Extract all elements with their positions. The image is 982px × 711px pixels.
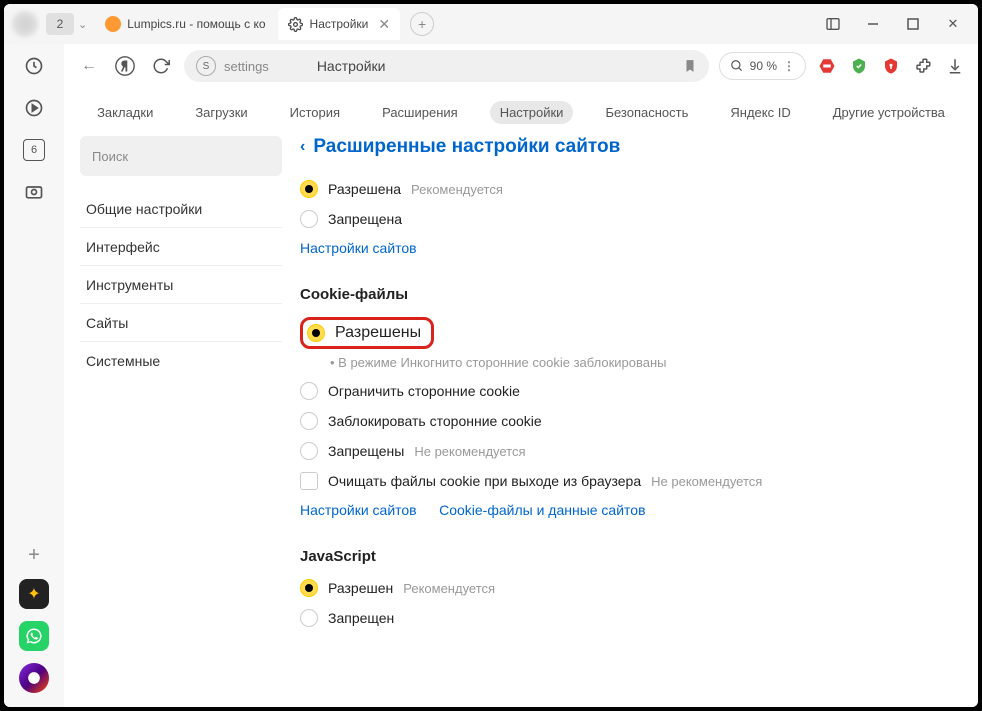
- reload-button[interactable]: [148, 53, 174, 79]
- add-icon[interactable]: +: [22, 543, 46, 567]
- checkbox-icon[interactable]: [300, 472, 318, 490]
- cookies-site-settings-link[interactable]: Настройки сайтов: [300, 502, 417, 518]
- app-shortcut-1[interactable]: ✦: [19, 579, 49, 609]
- highlighted-option: Разрешены: [300, 317, 434, 349]
- section-nav: Закладки Загрузки История Расширения Нас…: [64, 88, 978, 136]
- nav-yandexid[interactable]: Яндекс ID: [720, 101, 800, 124]
- close-tab-icon[interactable]: ✕: [378, 16, 390, 33]
- nav-devices[interactable]: Другие устройства: [823, 101, 955, 124]
- nav-extensions[interactable]: Расширения: [372, 101, 468, 124]
- sidebar-item-interface[interactable]: Интерфейс: [80, 228, 282, 266]
- cookies-section-title: Cookie-файлы: [300, 286, 962, 303]
- zoom-value: 90 %: [750, 59, 777, 73]
- adblock-icon[interactable]: [816, 55, 838, 77]
- radio-icon[interactable]: [300, 579, 318, 597]
- back-chevron-icon: ‹: [300, 138, 305, 156]
- nav-bookmarks[interactable]: Закладки: [87, 101, 163, 124]
- tabs-count-icon[interactable]: 6: [22, 138, 46, 162]
- option-js-blocked[interactable]: Запрещен: [300, 609, 962, 627]
- radio-icon[interactable]: [300, 412, 318, 430]
- nav-settings[interactable]: Настройки: [490, 101, 574, 124]
- cookies-allowed-label: Разрешены: [335, 324, 421, 342]
- tabs-dropdown-icon[interactable]: ⌄: [78, 18, 87, 31]
- option-block-cookies[interactable]: Заблокировать сторонние cookie: [300, 412, 962, 430]
- radio-icon[interactable]: [307, 324, 325, 342]
- sidebar-item-sites[interactable]: Сайты: [80, 304, 282, 342]
- settings-sidebar: Поиск Общие настройки Интерфейс Инструме…: [80, 136, 282, 639]
- shield-red-icon[interactable]: [880, 55, 902, 77]
- shield-green-icon[interactable]: [848, 55, 870, 77]
- page-name: Настройки: [317, 58, 386, 74]
- maximize-button[interactable]: [904, 15, 922, 33]
- option-blocked-top[interactable]: Запрещена: [300, 210, 962, 228]
- tab-lumpics[interactable]: Lumpics.ru - помощь с ко: [95, 8, 275, 40]
- tab-title: Настройки: [310, 17, 369, 31]
- yandex-home-icon[interactable]: [112, 53, 138, 79]
- bookmark-icon[interactable]: [683, 58, 697, 74]
- content-area: Закладки Загрузки История Расширения Нас…: [64, 88, 978, 707]
- tab-title: Lumpics.ru - помощь с ко: [127, 17, 265, 31]
- option-allowed-top[interactable]: Разрешена Рекомендуется: [300, 180, 962, 198]
- radio-icon[interactable]: [300, 442, 318, 460]
- profile-avatar-blur[interactable]: [12, 11, 38, 37]
- close-window-button[interactable]: ✕: [944, 15, 962, 33]
- sidebar-toggle-icon[interactable]: [824, 15, 842, 33]
- address-bar-row: ← S settings Настройки 90 % ⋮: [64, 44, 978, 88]
- extensions-icon[interactable]: [912, 55, 934, 77]
- zoom-control[interactable]: 90 % ⋮: [719, 52, 806, 80]
- sidebar-item-general[interactable]: Общие настройки: [80, 190, 282, 228]
- tab-settings[interactable]: Настройки ✕: [278, 8, 401, 40]
- option-clear-on-exit[interactable]: Очищать файлы cookie при выходе из брауз…: [300, 472, 962, 490]
- cookies-data-link[interactable]: Cookie-файлы и данные сайтов: [439, 502, 645, 518]
- window-titlebar: 2 ⌄ Lumpics.ru - помощь с ко Настройки ✕…: [4, 4, 978, 44]
- sidebar-item-tools[interactable]: Инструменты: [80, 266, 282, 304]
- option-limit-cookies[interactable]: Ограничить сторонние cookie: [300, 382, 962, 400]
- sidebar-item-system[interactable]: Системные: [80, 342, 282, 380]
- back-button[interactable]: ←: [76, 53, 102, 79]
- history-icon[interactable]: [22, 54, 46, 78]
- alice-icon[interactable]: [19, 663, 49, 693]
- radio-icon[interactable]: [300, 382, 318, 400]
- url-text: settings: [224, 59, 269, 74]
- nav-history[interactable]: История: [280, 101, 350, 124]
- left-rail: 6 + ✦: [4, 44, 64, 707]
- option-forbidden-cookies[interactable]: Запрещены Не рекомендуется: [300, 442, 962, 460]
- nav-downloads[interactable]: Загрузки: [185, 101, 257, 124]
- search-input[interactable]: Поиск: [80, 136, 282, 176]
- magnify-icon: [730, 59, 744, 73]
- option-js-allowed[interactable]: Разрешен Рекомендуется: [300, 579, 962, 597]
- radio-icon[interactable]: [300, 210, 318, 228]
- js-section-title: JavaScript: [300, 548, 962, 565]
- site-settings-link[interactable]: Настройки сайтов: [300, 240, 417, 256]
- zoom-menu-icon[interactable]: ⋮: [783, 59, 795, 73]
- radio-icon[interactable]: [300, 609, 318, 627]
- download-icon[interactable]: [944, 55, 966, 77]
- tab-counter[interactable]: 2: [46, 13, 74, 35]
- minimize-button[interactable]: [864, 15, 882, 33]
- play-icon[interactable]: [22, 96, 46, 120]
- radio-icon[interactable]: [300, 180, 318, 198]
- incognito-note: В режиме Инкогнито сторонние cookie забл…: [330, 355, 962, 370]
- gear-icon: [288, 16, 304, 32]
- whatsapp-icon[interactable]: [19, 621, 49, 651]
- lumpics-favicon-icon: [105, 16, 121, 32]
- nav-security[interactable]: Безопасность: [595, 101, 698, 124]
- new-tab-button[interactable]: +: [410, 12, 434, 36]
- page-title[interactable]: ‹ Расширенные настройки сайтов: [300, 136, 962, 158]
- address-bar[interactable]: S settings Настройки: [184, 50, 709, 82]
- settings-main: ‹ Расширенные настройки сайтов Разрешена…: [300, 136, 962, 639]
- site-letter-icon: S: [196, 56, 216, 76]
- screenshot-icon[interactable]: [22, 180, 46, 204]
